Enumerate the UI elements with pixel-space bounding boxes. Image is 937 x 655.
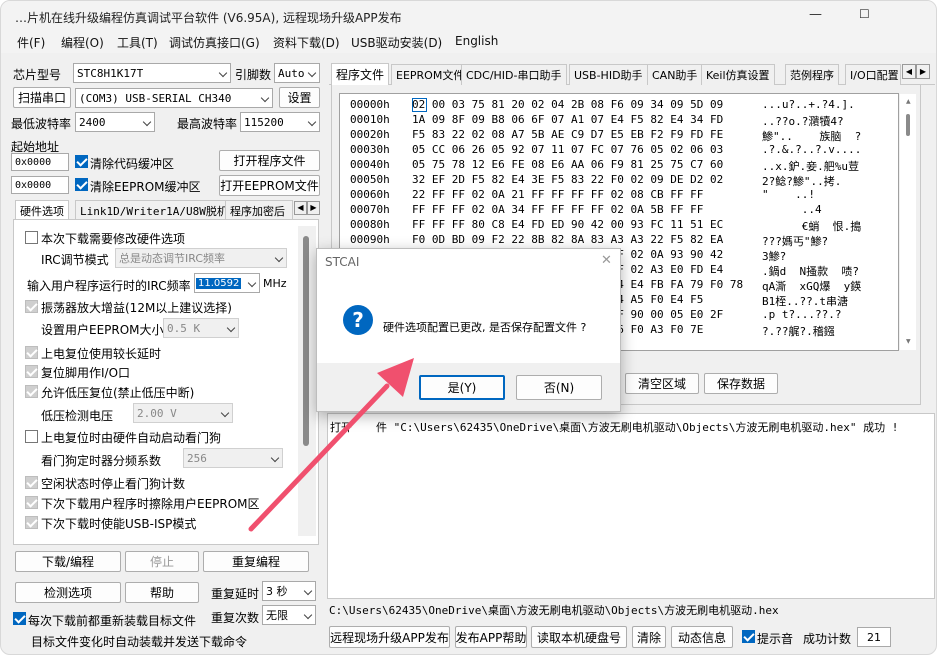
arrow-shaft	[248, 383, 390, 532]
annotation-arrow	[248, 358, 414, 532]
main-window: …片机在线升级编程仿真调试平台软件 (V6.95A), 远程现场升级APP发布 …	[0, 0, 937, 655]
